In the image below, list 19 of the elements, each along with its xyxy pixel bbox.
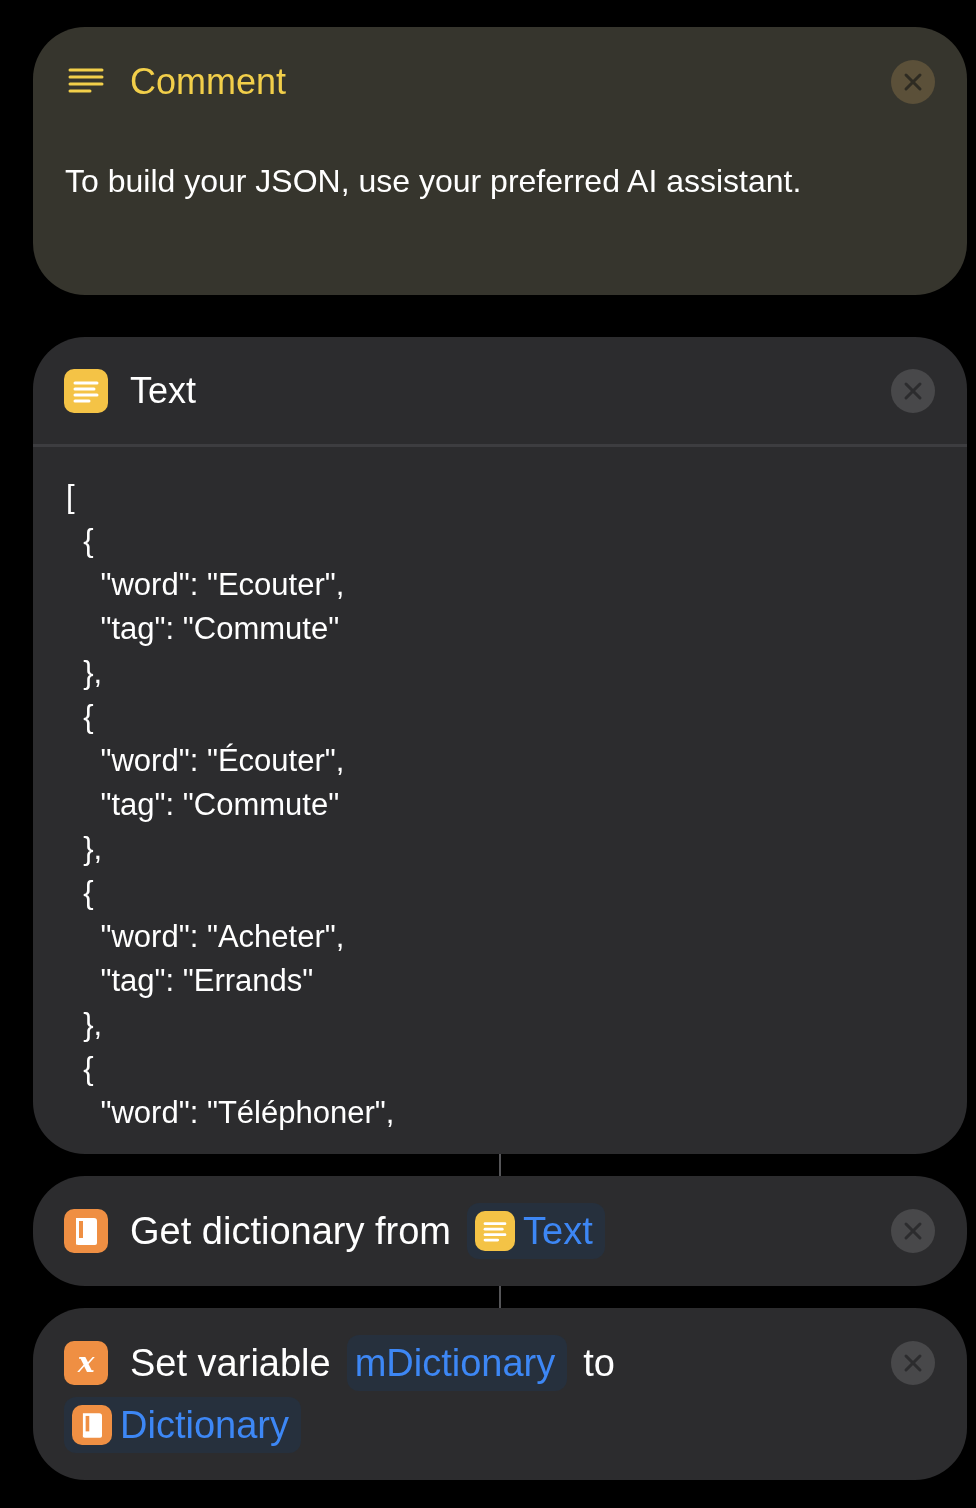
close-button[interactable] <box>891 1209 935 1253</box>
comment-text: To build your JSON, use your preferred AI assistant. <box>64 162 803 200</box>
close-button[interactable] <box>891 60 935 104</box>
text-lines-icon <box>475 1211 515 1251</box>
close-button[interactable] <box>891 368 935 413</box>
book-icon <box>64 1209 108 1253</box>
action-label: Set variable <box>130 1341 331 1386</box>
book-icon <box>72 1405 112 1445</box>
text-lines-icon <box>64 368 108 413</box>
card-title: Text <box>130 369 198 412</box>
variable-token[interactable]: Dictionary <box>64 1397 301 1453</box>
variable-token[interactable]: Text <box>467 1203 605 1259</box>
text-content[interactable]: [ { "word": "Ecouter", "tag": "Commute" }, { "word": "Écouter", "tag": "Commute" }, { "word": "Acheter", "tag": "Errands" }, { "word": "Téléphoner", <box>66 475 935 1135</box>
close-button[interactable] <box>891 1341 935 1385</box>
action-label: to <box>583 1341 615 1386</box>
variable-token[interactable]: mDictionary <box>346 1335 568 1391</box>
action-label: Get dictionary from <box>130 1209 451 1254</box>
card-title: Comment <box>130 61 288 103</box>
variable-icon: x <box>64 1341 108 1385</box>
